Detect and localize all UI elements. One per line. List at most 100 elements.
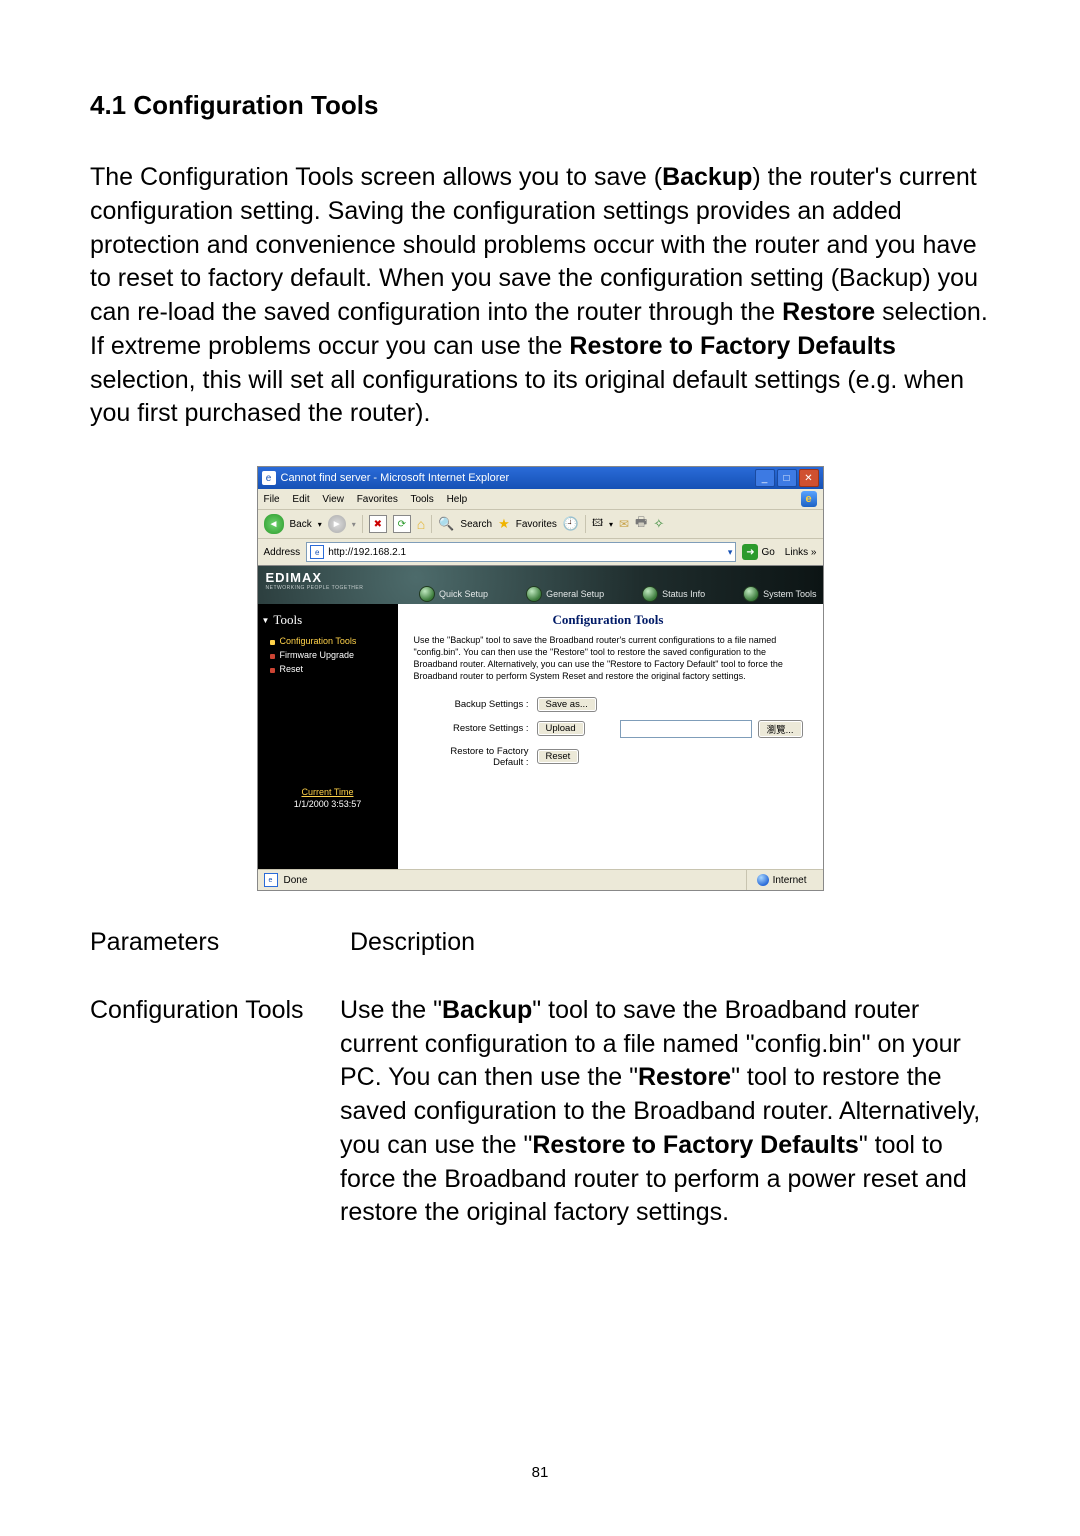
intro-backup-bold: Backup: [662, 163, 752, 191]
menu-tools[interactable]: Tools: [410, 494, 433, 505]
internet-zone-icon: [757, 874, 769, 886]
current-time-label: Current Time: [264, 787, 392, 797]
sidebar-title-label: Tools: [273, 612, 302, 628]
status-zone-label: Internet: [773, 875, 807, 886]
status-zone: Internet: [746, 870, 817, 890]
back-label[interactable]: Back: [290, 519, 312, 530]
go-label: Go: [761, 547, 774, 558]
desc-backup-bold: Backup: [442, 996, 532, 1024]
home-icon[interactable]: ⌂: [417, 516, 425, 532]
parameters-table: Parameters Description Configuration Too…: [90, 926, 990, 1230]
row-restore: Restore Settings : Upload 瀏覽...: [414, 716, 803, 742]
sidebar-item-reset[interactable]: Reset: [270, 662, 398, 676]
desc-rtfd-bold: Restore to Factory Defaults: [532, 1131, 858, 1159]
minimize-button[interactable]: _: [755, 469, 775, 487]
section-heading: 4.1 Configuration Tools: [90, 90, 990, 121]
search-icon[interactable]: 🔍: [438, 516, 454, 532]
nav-system-tools[interactable]: System Tools: [743, 586, 816, 602]
intro-restore-bold: Restore: [782, 298, 875, 326]
window-title: Cannot find server - Microsoft Internet …: [281, 472, 510, 484]
page-viewport: EDIMAX NETWORKING PEOPLE TOGETHER Quick …: [258, 566, 823, 869]
address-dropdown-icon[interactable]: ▾: [728, 547, 733, 558]
section-intro: The Configuration Tools screen allows yo…: [90, 161, 990, 431]
links-button[interactable]: Links: [785, 547, 817, 558]
ie-throbber-icon: e: [801, 491, 817, 507]
menu-file[interactable]: File: [264, 494, 280, 505]
maximize-button[interactable]: □: [777, 469, 797, 487]
toolbar: ◄ Back ▾ ► ▾ ✖ ⟳ ⌂ 🔍 Search ★ Favorites 🕘…: [258, 510, 823, 539]
sidebar-item-firmware-upgrade[interactable]: Firmware Upgrade: [270, 648, 398, 662]
sidebar-current-time: Current Time 1/1/2000 3:53:57: [258, 787, 398, 869]
page-icon: e: [310, 545, 324, 559]
search-label[interactable]: Search: [460, 519, 492, 530]
mail-icon[interactable]: ✉: [619, 517, 629, 531]
rtfd-label-line2: Default :: [493, 757, 528, 768]
globe-icon: [526, 586, 542, 602]
toolbar-separator: [585, 515, 586, 533]
forward-icon[interactable]: ►: [328, 515, 346, 533]
sidebar-title[interactable]: ▼ Tools: [258, 610, 398, 634]
history-icon[interactable]: 🕘: [563, 516, 579, 532]
back-icon[interactable]: ◄: [264, 514, 284, 534]
current-time-value: 1/1/2000 3:53:57: [264, 799, 392, 809]
content-title: Configuration Tools: [414, 612, 803, 628]
toolbar-separator: [362, 515, 363, 533]
menu-favorites[interactable]: Favorites: [357, 494, 398, 505]
toolbar-separator: [431, 515, 432, 533]
menu-help[interactable]: Help: [447, 494, 468, 505]
browse-button[interactable]: 瀏覽...: [758, 720, 803, 738]
ie-app-icon: e: [262, 471, 276, 485]
globe-icon: [642, 586, 658, 602]
menu-edit[interactable]: Edit: [292, 494, 309, 505]
go-button[interactable]: ➜ Go: [742, 544, 774, 560]
rtfd-label-line1: Restore to Factory: [450, 746, 528, 757]
upload-button[interactable]: Upload: [537, 721, 585, 736]
save-as-button[interactable]: Save as...: [537, 697, 597, 712]
globe-icon: [743, 586, 759, 602]
media-icon[interactable]: 🖾: [592, 516, 603, 533]
intro-text: selection, this will set all configurati…: [90, 366, 964, 428]
messenger-icon[interactable]: ✧: [653, 516, 664, 532]
edimax-slogan: NETWORKING PEOPLE TOGETHER: [266, 585, 364, 591]
nav-general-setup[interactable]: General Setup: [526, 586, 604, 602]
edimax-logo: EDIMAX: [266, 570, 323, 585]
sidebar-item-configuration-tools[interactable]: Configuration Tools: [270, 634, 398, 648]
address-bar: Address e http://192.168.2.1 ▾ ➜ Go Link…: [258, 539, 823, 566]
globe-icon: [419, 586, 435, 602]
row-backup: Backup Settings : Save as...: [414, 693, 803, 716]
forward-dropdown-icon[interactable]: ▾: [352, 520, 356, 529]
address-value: http://192.168.2.1: [328, 547, 406, 558]
page-icon: e: [264, 873, 278, 887]
back-dropdown-icon[interactable]: ▾: [318, 520, 322, 529]
menu-view[interactable]: View: [322, 494, 344, 505]
desc-text: Use the ": [340, 996, 442, 1024]
router-banner: EDIMAX NETWORKING PEOPLE TOGETHER Quick …: [258, 566, 823, 604]
page-number: 81: [0, 1464, 1080, 1481]
stop-icon[interactable]: ✖: [369, 515, 387, 533]
nav-label: System Tools: [763, 589, 816, 599]
favorites-icon[interactable]: ★: [498, 516, 510, 532]
address-label: Address: [264, 547, 301, 558]
nav-status-info[interactable]: Status Info: [642, 586, 705, 602]
favorites-label[interactable]: Favorites: [516, 519, 557, 530]
router-content: Configuration Tools Use the "Backup" too…: [398, 604, 823, 869]
status-bar: e Done Internet: [258, 869, 823, 890]
row-factory-default: Restore to Factory Default : Reset: [414, 742, 803, 772]
nav-quick-setup[interactable]: Quick Setup: [419, 586, 488, 602]
refresh-icon[interactable]: ⟳: [393, 515, 411, 533]
reset-button[interactable]: Reset: [537, 749, 580, 764]
restore-label: Restore Settings :: [414, 723, 537, 734]
address-input[interactable]: e http://192.168.2.1 ▾: [306, 542, 736, 562]
param-name: Configuration Tools: [90, 994, 340, 1230]
close-button[interactable]: ✕: [799, 469, 819, 487]
desc-restore-bold: Restore: [638, 1063, 731, 1091]
media-dropdown-icon[interactable]: ▾: [609, 520, 613, 529]
go-icon: ➜: [742, 544, 758, 560]
param-description: Use the "Backup" tool to save the Broadb…: [340, 994, 990, 1230]
print-icon[interactable]: 🖶: [635, 513, 647, 535]
nav-label: General Setup: [546, 589, 604, 599]
nav-label: Quick Setup: [439, 589, 488, 599]
col-header-description: Description: [340, 926, 990, 994]
window-titlebar[interactable]: e Cannot find server - Microsoft Interne…: [258, 467, 823, 489]
file-input[interactable]: [620, 720, 752, 738]
